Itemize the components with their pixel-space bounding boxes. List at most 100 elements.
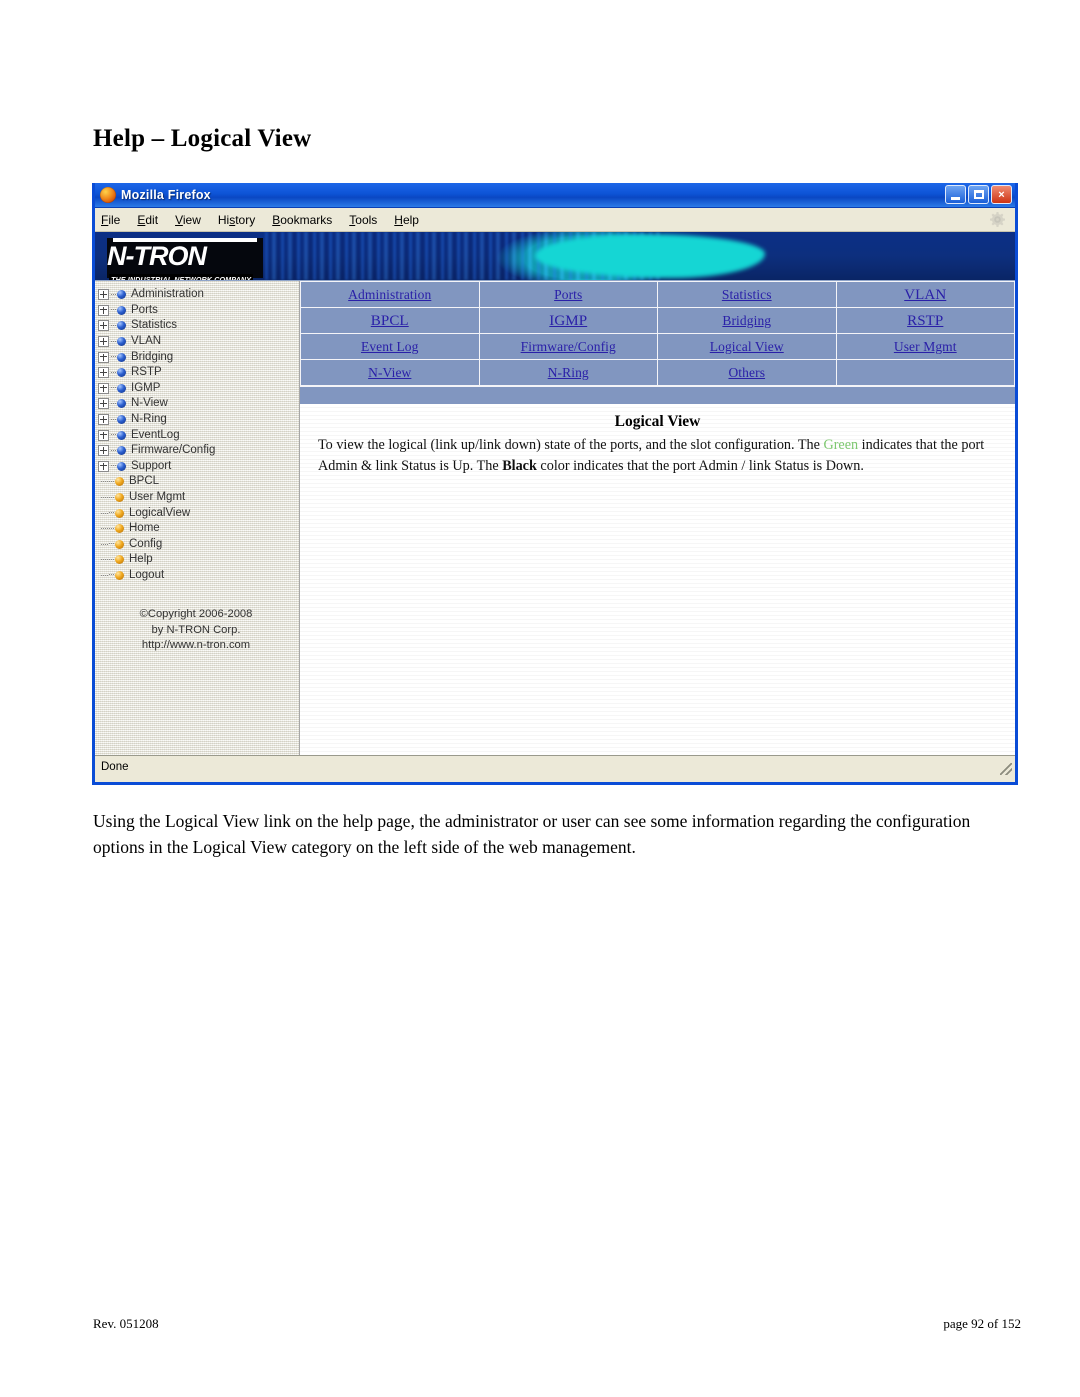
- tree-connector-icon: [98, 524, 108, 533]
- copyright-line-2: by N-TRON Corp.: [151, 623, 241, 636]
- sidebar-item-label: Firmware/Config: [131, 444, 216, 457]
- window-controls: ×: [945, 185, 1012, 204]
- blue-node-icon: [117, 461, 126, 471]
- sidebar-item-n-view[interactable]: N-View: [98, 396, 299, 412]
- sidebar-item-user-mgmt[interactable]: User Mgmt: [98, 490, 299, 506]
- page-footer: Rev. 051208 page 92 of 152: [93, 1316, 1021, 1332]
- sidebar-item-bridging[interactable]: Bridging: [98, 349, 299, 365]
- help-grid-cell: Bridging: [657, 307, 837, 334]
- expand-plus-icon[interactable]: [98, 336, 109, 348]
- expand-plus-icon[interactable]: [98, 429, 109, 441]
- gold-node-icon: [115, 555, 124, 565]
- logo-tagline: THE INDUSTRIAL NETWORK COMPANY: [109, 274, 254, 280]
- panel-title: Logical View: [614, 413, 701, 430]
- tree-dash-icon: [111, 356, 116, 358]
- sidebar-item-label: Statistics: [131, 319, 178, 332]
- help-grid-cell: Statistics: [657, 281, 837, 308]
- tree-dash-icon: [109, 543, 114, 545]
- help-link-ports[interactable]: Ports: [554, 287, 582, 302]
- help-link-administration[interactable]: Administration: [348, 287, 431, 302]
- black-keyword: Black: [502, 458, 537, 474]
- help-link-logical-view[interactable]: Logical View: [710, 339, 784, 354]
- expand-plus-icon[interactable]: [98, 351, 109, 363]
- expand-plus-icon[interactable]: [98, 460, 109, 472]
- sidebar-item-firmware-config[interactable]: Firmware/Config: [98, 443, 299, 459]
- ntron-banner: N-TRON THE INDUSTRIAL NETWORK COMPANY: [95, 232, 1015, 281]
- resize-grip[interactable]: [1000, 763, 1012, 775]
- help-grid-cell: N-Ring: [478, 359, 658, 386]
- menu-help[interactable]: Help: [394, 213, 419, 227]
- help-link-bpcl[interactable]: BPCL: [371, 313, 409, 329]
- expand-plus-icon[interactable]: [98, 289, 109, 301]
- green-keyword: Green: [823, 437, 859, 453]
- ntron-logo: N-TRON THE INDUSTRIAL NETWORK COMPANY: [107, 238, 263, 280]
- help-link-event-log[interactable]: Event Log: [361, 339, 419, 354]
- nav-tree: Administration Ports Statistics VLAN Bridgin…: [98, 287, 299, 583]
- help-grid-row: N-View N-Ring Others: [300, 359, 1015, 386]
- firefox-icon: [100, 187, 116, 203]
- sidebar-item-rstp[interactable]: RSTP: [98, 365, 299, 381]
- expand-plus-icon[interactable]: [98, 304, 109, 316]
- sidebar-item-label: Home: [129, 522, 160, 535]
- tree-dash-icon: [111, 449, 116, 452]
- help-link-rstp[interactable]: RSTP: [907, 313, 943, 329]
- expand-plus-icon[interactable]: [98, 367, 109, 379]
- help-grid-cell: BPCL: [300, 307, 480, 334]
- help-link-others[interactable]: Others: [728, 365, 765, 380]
- help-link-bridging[interactable]: Bridging: [722, 313, 771, 328]
- sidebar-item-statistics[interactable]: Statistics: [98, 318, 299, 334]
- menu-tools[interactable]: Tools: [349, 213, 377, 227]
- help-grid-row: BPCL IGMP Bridging RSTP: [300, 307, 1015, 334]
- menu-view[interactable]: View: [175, 213, 201, 227]
- menu-history[interactable]: History: [218, 213, 255, 227]
- tree-connector-icon: [98, 477, 108, 486]
- help-link-n-ring[interactable]: N-Ring: [548, 365, 589, 380]
- expand-plus-icon[interactable]: [98, 382, 109, 394]
- sidebar-item-bpcl[interactable]: BPCL: [98, 474, 299, 490]
- gold-node-icon: [115, 524, 124, 534]
- expand-plus-icon[interactable]: [98, 398, 109, 410]
- help-grid-cell: Firmware/Config: [478, 333, 658, 360]
- help-link-n-view[interactable]: N-View: [368, 365, 411, 380]
- sidebar-item-help[interactable]: Help: [98, 552, 299, 568]
- sidebar-item-n-ring[interactable]: N-Ring: [98, 412, 299, 428]
- expand-plus-icon[interactable]: [98, 414, 109, 426]
- sidebar-item-home[interactable]: Home: [98, 521, 299, 537]
- help-grid-cell: Administration: [300, 281, 480, 308]
- help-grid-row: Event Log Firmware/Config Logical View User…: [300, 333, 1015, 360]
- help-grid-cell: N-View: [300, 359, 480, 386]
- sidebar-item-igmp[interactable]: IGMP: [98, 381, 299, 397]
- help-grid-cell: Ports: [478, 281, 658, 308]
- body-paragraph: Using the Logical View link on the help …: [93, 811, 971, 857]
- menu-bookmarks[interactable]: Bookmarks: [272, 213, 332, 227]
- tree-dash-icon: [111, 309, 116, 311]
- expand-plus-icon[interactable]: [98, 445, 109, 457]
- sidebar-item-label: User Mgmt: [129, 491, 186, 504]
- sidebar-item-support[interactable]: Support: [98, 459, 299, 475]
- sidebar-item-logicalview[interactable]: LogicalView: [98, 505, 299, 521]
- close-button[interactable]: ×: [991, 185, 1012, 204]
- menu-edit[interactable]: Edit: [137, 213, 158, 227]
- sidebar-item-label: Help: [129, 553, 153, 566]
- gear-icon[interactable]: [990, 212, 1005, 227]
- maximize-button[interactable]: [968, 185, 989, 204]
- help-link-user-mgmt[interactable]: User Mgmt: [894, 339, 957, 354]
- sidebar-item-administration[interactable]: Administration: [98, 287, 299, 303]
- minimize-button[interactable]: [945, 185, 966, 204]
- help-link-statistics[interactable]: Statistics: [722, 287, 772, 302]
- help-link-vlan[interactable]: VLAN: [904, 287, 946, 303]
- sidebar-item-eventlog[interactable]: EventLog: [98, 427, 299, 443]
- gold-node-icon: [115, 508, 124, 518]
- logo-wordmark: N-TRON: [107, 241, 207, 271]
- sidebar-item-config[interactable]: Config: [98, 537, 299, 553]
- copyright-url[interactable]: http://www.n-tron.com: [98, 638, 294, 654]
- sidebar-item-logout[interactable]: Logout: [98, 568, 299, 584]
- sidebar-item-label: IGMP: [131, 381, 161, 394]
- help-link-igmp[interactable]: IGMP: [549, 313, 587, 329]
- sidebar-item-vlan[interactable]: VLAN: [98, 334, 299, 350]
- help-link-firmware-config[interactable]: Firmware/Config: [521, 339, 616, 354]
- menu-file[interactable]: File: [101, 213, 120, 227]
- expand-plus-icon[interactable]: [98, 320, 109, 332]
- sidebar-item-ports[interactable]: Ports: [98, 303, 299, 319]
- footer-page-number: page 92 of 152: [943, 1316, 1021, 1331]
